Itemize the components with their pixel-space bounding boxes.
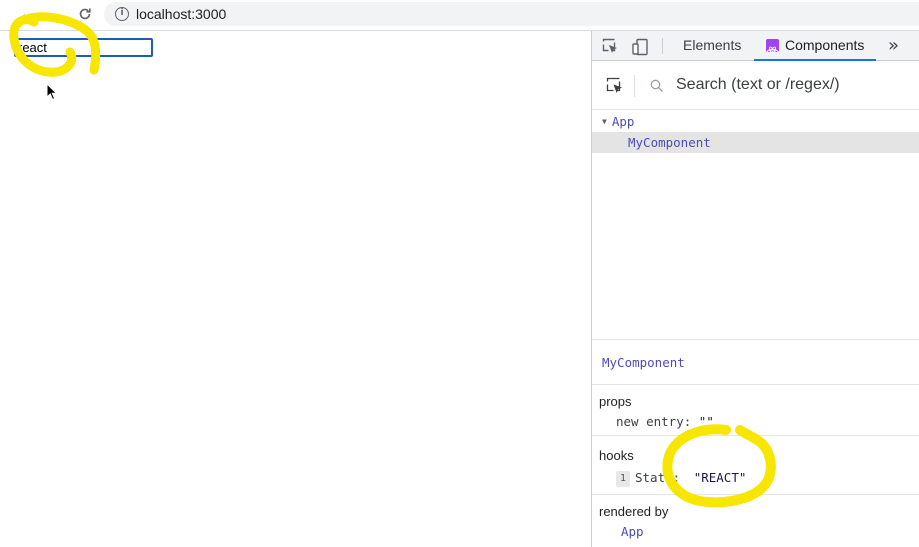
- tabbar-separator: [662, 38, 663, 54]
- rendered-by-section: rendered by App: [592, 495, 919, 547]
- selected-component-name: MyComponent: [602, 355, 685, 370]
- prop-value[interactable]: "": [699, 414, 714, 429]
- rendered-by-item[interactable]: App: [621, 524, 644, 539]
- props-section: props new entry: "": [592, 385, 919, 436]
- text-input[interactable]: [14, 38, 153, 57]
- devtools-panel: Elements Components » ▼App MyComponent M…: [591, 31, 919, 547]
- devtools-tabbar: Elements Components »: [592, 31, 919, 61]
- mouse-cursor-icon: [46, 83, 58, 101]
- search-separator: [634, 75, 635, 97]
- selected-component-header: MyComponent: [592, 339, 919, 385]
- react-logo-icon: [766, 39, 779, 52]
- hook-index: 1: [616, 471, 630, 487]
- rendered-by-title: rendered by: [599, 504, 669, 519]
- tab-elements[interactable]: Elements: [683, 31, 741, 61]
- page-viewport: [0, 31, 591, 547]
- hook-value[interactable]: "REACT": [694, 470, 747, 485]
- hook-key: State:: [635, 470, 681, 485]
- prop-row[interactable]: new entry: "": [616, 414, 714, 429]
- device-toolbar-icon[interactable]: [632, 38, 650, 56]
- address-bar[interactable]: i localhost:3000: [104, 2, 919, 26]
- tree-item-app[interactable]: ▼ App: [592, 111, 919, 132]
- arrow-left-icon[interactable]: ←: [17, 4, 37, 24]
- more-tabs-icon[interactable]: »: [888, 35, 899, 56]
- search-icon: [650, 79, 663, 92]
- component-search-input[interactable]: [676, 74, 911, 96]
- hook-row[interactable]: 1 State: "REACT": [616, 470, 746, 487]
- url-text: localhost:3000: [136, 6, 227, 22]
- props-title: props: [599, 394, 632, 409]
- arrow-right-icon[interactable]: →: [46, 4, 66, 24]
- select-component-icon[interactable]: [606, 77, 624, 95]
- hooks-title: hooks: [599, 448, 634, 463]
- tree-item-mycomponent[interactable]: MyComponent: [592, 132, 919, 153]
- tab-components[interactable]: Components: [754, 31, 877, 61]
- component-search-row: [592, 61, 919, 110]
- caret-down-icon[interactable]: ▼: [602, 111, 607, 132]
- hooks-section: hooks 1 State: "REACT": [592, 436, 919, 495]
- info-icon[interactable]: i: [115, 7, 129, 21]
- inspect-element-icon[interactable]: [602, 38, 619, 55]
- browser-toolbar: ← → i localhost:3000: [0, 0, 919, 29]
- reload-icon[interactable]: [75, 4, 95, 24]
- prop-key: new entry:: [616, 414, 692, 429]
